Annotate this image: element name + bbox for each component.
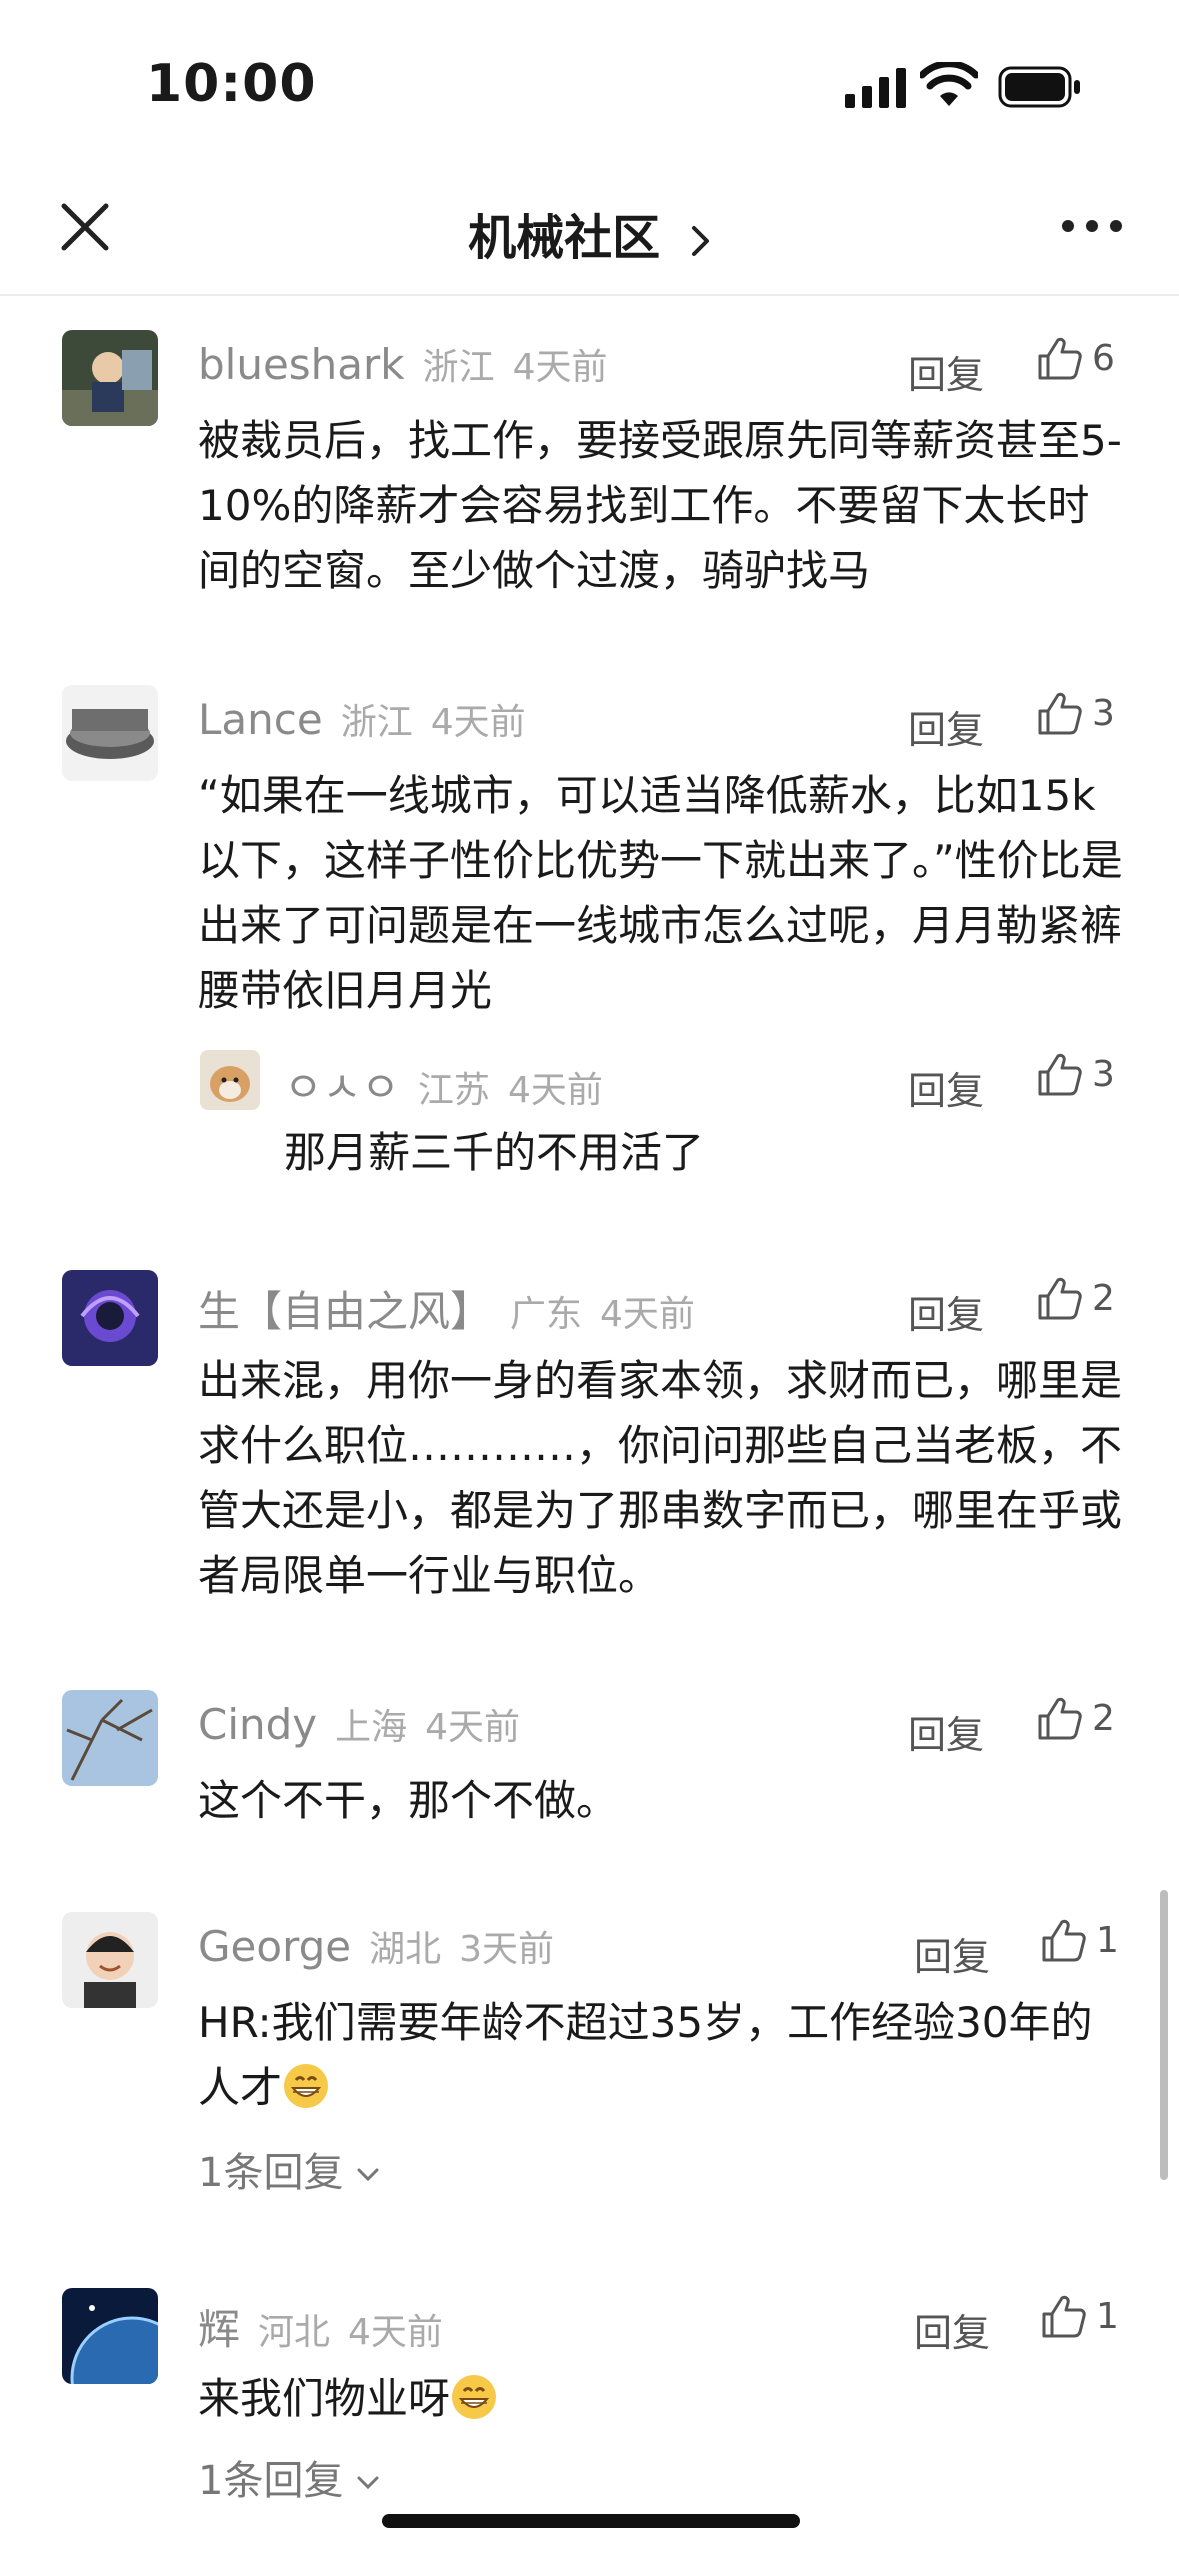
comment-meta: ㅇㅅㅇ 江苏 4天前	[284, 1054, 603, 1114]
wifi-icon	[920, 62, 978, 106]
post-time: 4天前	[425, 1707, 521, 1748]
chevron-right-icon	[691, 226, 709, 256]
user-name[interactable]: George	[198, 1922, 351, 1971]
avatar[interactable]	[200, 1050, 260, 1110]
thumbs-up-icon	[1038, 692, 1082, 735]
user-name[interactable]: Cindy	[198, 1700, 317, 1749]
nav-bar: 机械社区	[0, 170, 1179, 296]
user-location: 浙江	[422, 347, 495, 388]
grin-emoji-icon	[452, 2375, 497, 2419]
user-location: 广东	[510, 1294, 583, 1335]
avatar[interactable]	[62, 1912, 158, 2008]
like-count: 1	[1096, 1919, 1119, 1961]
post-time: 4天前	[512, 347, 608, 388]
reply-button[interactable]: 回复	[908, 1704, 984, 1759]
like-count: 2	[1092, 1697, 1115, 1739]
like-count: 1	[1096, 2295, 1119, 2337]
comment-meta: George 湖北 3天前	[198, 1920, 554, 1980]
like-button[interactable]: 6	[1036, 334, 1115, 390]
reply-button[interactable]: 回复	[914, 1926, 990, 1981]
like-button[interactable]: 3	[1036, 1050, 1115, 1106]
signal-icon	[845, 68, 906, 108]
page-title: 机械社区	[468, 210, 661, 266]
battery-icon	[998, 66, 1080, 108]
thumbs-up-icon	[1042, 1919, 1086, 1962]
post-time: 4天前	[348, 2312, 443, 2353]
like-count: 3	[1092, 692, 1115, 734]
avatar[interactable]	[62, 685, 158, 781]
comment-text: 来我们物业呀	[198, 2366, 1128, 2431]
more-replies-label: 1条回复	[198, 2150, 344, 2196]
avatar[interactable]	[62, 1690, 158, 1786]
like-button[interactable]: 3	[1036, 689, 1115, 745]
like-button[interactable]: 1	[1040, 2292, 1119, 2348]
comment-text: 被裁员后，找工作，要接受跟原先同等薪资甚至5-10%的降薪才会容易找到工作。不要…	[198, 416, 1122, 595]
status-time: 10:00	[146, 54, 317, 114]
comment-meta: Lance 浙江 4天前	[198, 693, 526, 753]
post-time: 3天前	[459, 1929, 555, 1970]
user-name[interactable]: ㅇㅅㅇ	[284, 1063, 400, 1112]
post-time: 4天前	[507, 1070, 603, 1111]
comment-text: 这个不干，那个不做。	[198, 1776, 619, 1825]
more-replies-toggle[interactable]: 1条回复	[198, 2140, 379, 2198]
comment-text: HR:我们需要年龄不超过35岁，工作经验30年的人才	[198, 1990, 1128, 2120]
comment-meta: 生【自由之风】 广东 4天前	[198, 1278, 695, 1338]
comment-text: “如果在一线城市，可以适当降低薪水，比如15k以下，这样子性价比优势一下就出来了…	[198, 771, 1123, 1015]
reply-button[interactable]: 回复	[908, 699, 984, 754]
comment-text-body: 来我们物业呀	[198, 2374, 451, 2423]
more-replies-toggle[interactable]: 1条回复	[198, 2448, 379, 2506]
reply-button[interactable]: 回复	[914, 2302, 990, 2357]
like-button[interactable]: 2	[1036, 1694, 1115, 1750]
avatar[interactable]	[62, 1270, 158, 1366]
post-time: 4天前	[600, 1294, 695, 1335]
user-location: 浙江	[340, 702, 413, 743]
user-name[interactable]: 生【自由之风】	[198, 1287, 492, 1336]
thumbs-up-icon	[1042, 2295, 1086, 2338]
comment-text-body: HR:我们需要年龄不超过35岁，工作经验30年的人才	[198, 1998, 1093, 2112]
avatar[interactable]	[62, 330, 158, 426]
thumbs-up-icon	[1038, 1697, 1082, 1740]
more-icon[interactable]	[1060, 214, 1124, 238]
user-location: 湖北	[369, 1929, 442, 1970]
user-name[interactable]: blueshark	[198, 340, 405, 389]
comment-meta: blueshark 浙江 4天前	[198, 338, 608, 398]
comment-meta: 辉河北 4天前	[198, 2296, 443, 2356]
grin-emoji-icon	[284, 2064, 329, 2108]
user-name[interactable]: 辉	[198, 2305, 240, 2354]
like-button[interactable]: 1	[1040, 1916, 1119, 1972]
more-replies-label: 1条回复	[198, 2458, 344, 2504]
thumbs-up-icon	[1038, 1277, 1082, 1320]
comment-meta: Cindy 上海 4天前	[198, 1698, 520, 1758]
community-title[interactable]: 机械社区	[0, 198, 1179, 268]
user-location: 上海	[335, 1707, 408, 1748]
like-count: 3	[1092, 1053, 1115, 1095]
like-button[interactable]: 2	[1036, 1274, 1115, 1330]
thumbs-up-icon	[1038, 337, 1082, 380]
like-count: 6	[1092, 337, 1115, 379]
status-bar: 10:00	[0, 0, 1179, 170]
user-name[interactable]: Lance	[198, 695, 323, 744]
scrollbar[interactable]	[1160, 1890, 1168, 2180]
comment-text: 那月薪三千的不用活了	[284, 1128, 705, 1177]
user-location: 江苏	[417, 1070, 490, 1111]
avatar[interactable]	[62, 2288, 158, 2384]
comment-text: 出来混，用你一身的看家本领，求财而已，哪里是求什么职位…………，你问问那些自己当…	[198, 1356, 1123, 1600]
chevron-down-icon	[357, 2168, 379, 2182]
home-indicator	[382, 2514, 800, 2528]
user-location: 河北	[258, 2312, 331, 2353]
thumbs-up-icon	[1038, 1053, 1082, 1096]
reply-button[interactable]: 回复	[908, 344, 984, 399]
chevron-down-icon	[357, 2476, 379, 2490]
reply-button[interactable]: 回复	[908, 1284, 984, 1339]
like-count: 2	[1092, 1277, 1115, 1319]
reply-button[interactable]: 回复	[908, 1060, 984, 1115]
post-time: 4天前	[430, 702, 526, 743]
